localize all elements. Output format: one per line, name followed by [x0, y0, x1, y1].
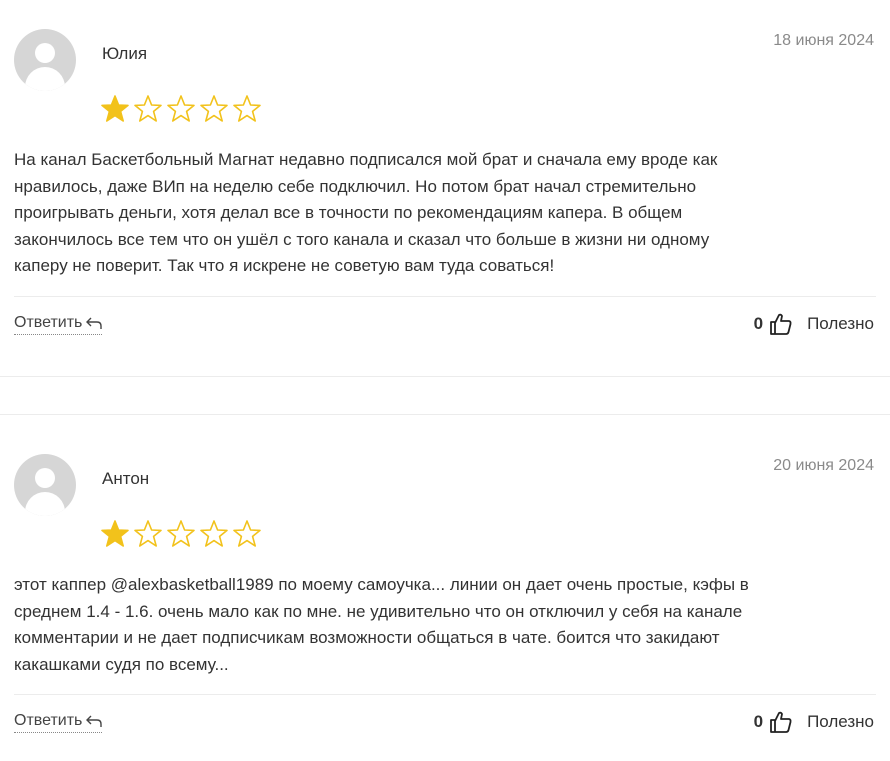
star-empty-icon [167, 95, 195, 122]
avatar-body-shape [25, 492, 65, 516]
helpful-label: Полезно [807, 712, 874, 731]
review-footer-divider [14, 296, 876, 297]
avatar [14, 454, 76, 516]
helpful-label: Полезно [807, 314, 874, 333]
helpful-vote: 0 Полезно [754, 710, 874, 734]
reply-arrow-icon [86, 715, 103, 727]
review-date: 20 июня 2024 [773, 457, 874, 474]
avatar [14, 29, 76, 91]
helpful-vote: 0 Полезно [754, 312, 874, 336]
avatar-head-shape [35, 43, 55, 63]
review-author: Юлия [102, 44, 148, 63]
star-empty-icon [233, 95, 261, 122]
review-text: этот каппер @alexbasketball1989 по моему… [14, 575, 749, 674]
helpful-count: 0 [753, 712, 764, 731]
review-footer-divider [14, 694, 876, 695]
thumbs-up-icon[interactable] [769, 710, 793, 734]
helpful-count: 0 [753, 314, 764, 333]
thumbs-up-icon[interactable] [769, 312, 793, 336]
rating-stars [100, 94, 262, 124]
review-separator [0, 376, 890, 377]
star-empty-icon [200, 95, 228, 122]
reply-label: Ответить [14, 314, 83, 331]
review-card: Антон 20 июня 2024 этот каппер @alexbask… [0, 415, 890, 761]
reply-button[interactable]: Ответить [14, 712, 103, 733]
review-card: Юлия 18 июня 2024 На канал Баскетбольный… [0, 0, 890, 376]
reply-label: Ответить [14, 712, 83, 729]
star-empty-icon [167, 520, 195, 547]
star-filled-icon [101, 95, 129, 122]
star-empty-icon [134, 520, 162, 547]
reply-button[interactable]: Ответить [14, 314, 103, 335]
star-empty-icon [134, 95, 162, 122]
review-author: Антон [102, 469, 150, 488]
avatar-head-shape [35, 468, 55, 488]
star-empty-icon [200, 520, 228, 547]
star-empty-icon [233, 520, 261, 547]
rating-stars [100, 519, 262, 549]
reply-arrow-icon [86, 317, 103, 329]
star-filled-icon [101, 520, 129, 547]
review-date: 18 июня 2024 [773, 32, 874, 49]
avatar-body-shape [25, 67, 65, 91]
review-text: На канал Баскетбольный Магнат недавно по… [14, 150, 718, 275]
